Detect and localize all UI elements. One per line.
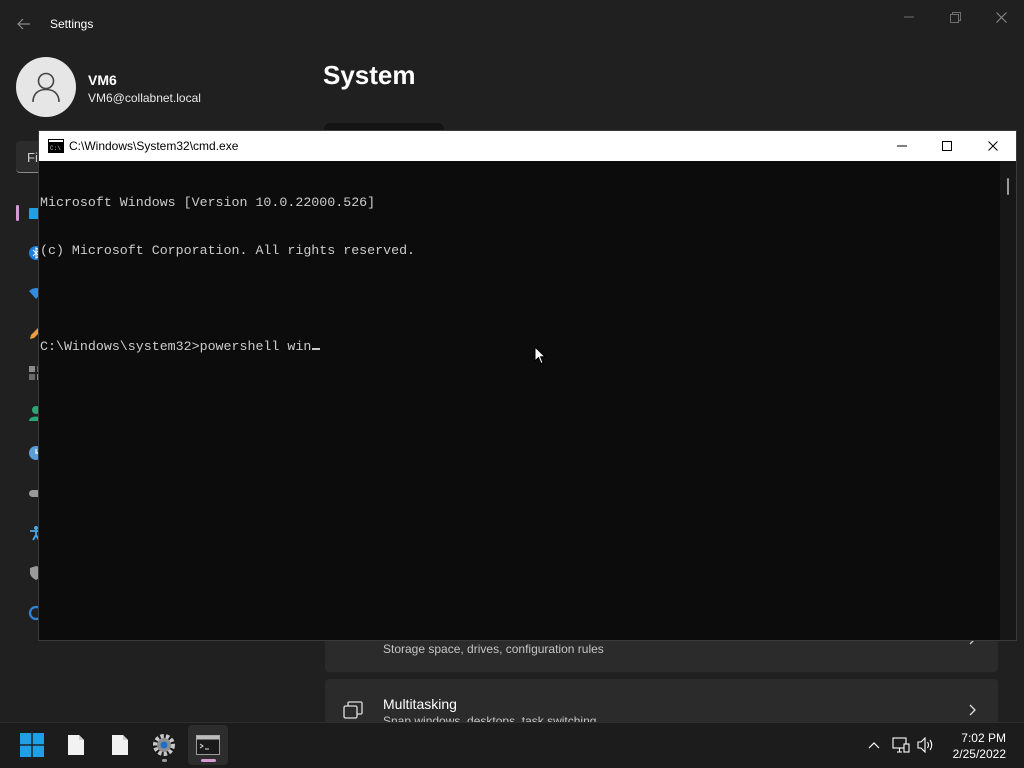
cmd-maximize-button[interactable] (924, 131, 970, 161)
console-scrollbar[interactable] (1000, 161, 1016, 640)
taskbar-file-app-2[interactable] (100, 725, 140, 765)
cmd-app-icon: C:\ (48, 139, 64, 153)
multitasking-icon (343, 701, 363, 719)
gear-icon (153, 734, 175, 756)
start-button[interactable] (12, 725, 52, 765)
console-prompt-line: C:\Windows\system32>powershell win (40, 339, 1000, 355)
settings-restore-button[interactable] (940, 6, 970, 28)
settings-window-title: Settings (50, 17, 94, 31)
page-title: System (323, 60, 416, 90)
mouse-pointer-icon (534, 346, 546, 365)
user-email: VM6@collabnet.local (88, 91, 201, 105)
restore-icon (949, 11, 961, 23)
close-icon (988, 141, 998, 151)
taskbar-settings-app[interactable] (144, 725, 184, 765)
multitasking-card[interactable]: Multitasking Snap windows, desktops, tas… (325, 679, 998, 722)
maximize-icon (942, 141, 952, 151)
settings-minimize-button[interactable] (894, 6, 924, 28)
active-indicator (201, 759, 216, 762)
cmd-window-title: C:\Windows\System32\cmd.exe (69, 139, 239, 153)
volume-icon (917, 737, 933, 753)
console-prompt-text: C:\Windows\system32>powershell win (40, 339, 312, 354)
document-icon (112, 735, 128, 755)
back-arrow-icon (17, 18, 30, 30)
chevron-up-icon (868, 742, 880, 749)
volume-button[interactable] (916, 735, 936, 755)
avatar (16, 57, 76, 117)
taskbar-file-app-1[interactable] (56, 725, 96, 765)
console-output[interactable]: Microsoft Windows [Version 10.0.22000.52… (40, 163, 1000, 633)
running-indicator (162, 759, 167, 762)
storage-card-subtitle: Storage space, drives, configuration rul… (383, 642, 604, 656)
text-cursor (312, 348, 321, 350)
network-button[interactable] (891, 735, 911, 755)
find-setting-text: Fi (27, 150, 38, 165)
cmd-minimize-button[interactable] (879, 131, 925, 161)
svg-text:C:\: C:\ (50, 145, 61, 152)
user-name: VM6 (88, 72, 117, 88)
taskbar: 7:02 PM 2/25/2022 (0, 722, 1024, 768)
clock-time: 7:02 PM (961, 731, 1006, 745)
show-hidden-icons-button[interactable] (864, 735, 884, 755)
scrollbar-thumb[interactable] (1007, 178, 1009, 195)
nav-selection-indicator (16, 205, 19, 221)
chevron-right-icon (969, 704, 976, 716)
document-icon (68, 735, 84, 755)
cmd-titlebar[interactable]: C:\ C:\Windows\System32\cmd.exe (39, 131, 1016, 161)
cmd-close-button[interactable] (970, 131, 1016, 161)
clock-date: 2/25/2022 (952, 747, 1006, 761)
close-icon (995, 11, 1007, 23)
minimize-icon (904, 16, 914, 18)
clock[interactable]: 7:02 PM 2/25/2022 (953, 730, 1006, 762)
taskbar-cmd-app[interactable] (188, 725, 228, 765)
settings-titlebar: Settings (0, 0, 1024, 48)
windows-logo-icon (20, 733, 44, 757)
console-line: (c) Microsoft Corporation. All rights re… (40, 243, 416, 258)
multitasking-card-subtitle: Snap windows, desktops, task switching (383, 714, 597, 722)
person-icon (32, 72, 60, 103)
console-line: Microsoft Windows [Version 10.0.22000.52… (40, 195, 376, 210)
settings-close-button[interactable] (986, 6, 1016, 28)
multitasking-card-title: Multitasking (383, 696, 457, 712)
terminal-icon (196, 735, 220, 755)
cmd-window[interactable]: C:\ C:\Windows\System32\cmd.exe Microsof… (38, 130, 1017, 641)
minimize-icon (897, 145, 907, 147)
back-button[interactable] (12, 12, 36, 36)
network-icon (892, 737, 910, 753)
